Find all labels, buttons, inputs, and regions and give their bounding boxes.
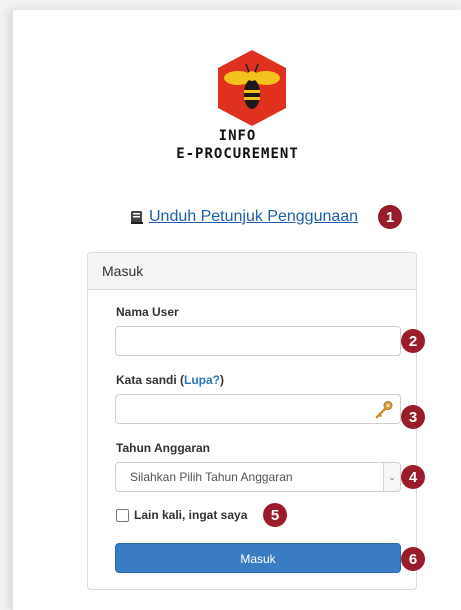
step-badge-6: 6 [401, 547, 425, 571]
remember-me-checkbox[interactable] [116, 508, 129, 522]
fiscal-year-select[interactable]: Silahkan Pilih Tahun Anggaran ⌄ [115, 462, 401, 492]
password-label: Kata sandi (Lupa?) [116, 373, 224, 387]
fiscal-year-select-value: Silahkan Pilih Tahun Anggaran [130, 470, 293, 484]
password-label-end: ) [220, 373, 225, 387]
step-badge-5: 5 [263, 503, 287, 527]
step-badge-1: 1 [378, 205, 402, 229]
password-label-text: Kata sandi ( [116, 373, 185, 387]
logo: INFO E-PROCUREMENT [13, 10, 461, 170]
manual-download-link[interactable]: Unduh Petunjuk Penggunaan [149, 208, 358, 226]
forgot-password-link[interactable]: Lupa? [184, 373, 220, 387]
key-icon [375, 401, 393, 419]
login-page: INFO E-PROCUREMENT Unduh Petunjuk Penggu… [12, 10, 461, 610]
chevron-down-icon[interactable]: ⌄ [383, 463, 400, 491]
username-label: Nama User [116, 305, 179, 319]
login-panel: Masuk Nama User Kata sandi (Lupa?) Tahun… [87, 252, 417, 590]
remember-me-label: Lain kali, ingat saya [134, 508, 248, 522]
username-input[interactable] [115, 326, 401, 356]
bee-hexagon-logo-icon [218, 50, 286, 126]
book-icon [131, 210, 143, 224]
password-input[interactable] [115, 394, 401, 424]
logo-text-eprocurement: E-PROCUREMENT [176, 146, 299, 162]
step-badge-2: 2 [401, 329, 425, 353]
manual-download-row: Unduh Petunjuk Penggunaan [130, 206, 358, 228]
step-badge-4: 4 [401, 465, 425, 489]
logo-text-info: INFO [218, 128, 257, 144]
login-panel-heading: Masuk [88, 253, 416, 290]
remember-me-row[interactable]: Lain kali, ingat saya [116, 508, 247, 522]
step-badge-3: 3 [401, 405, 425, 429]
year-label: Tahun Anggaran [116, 441, 210, 455]
login-submit-button[interactable]: Masuk [115, 543, 401, 573]
